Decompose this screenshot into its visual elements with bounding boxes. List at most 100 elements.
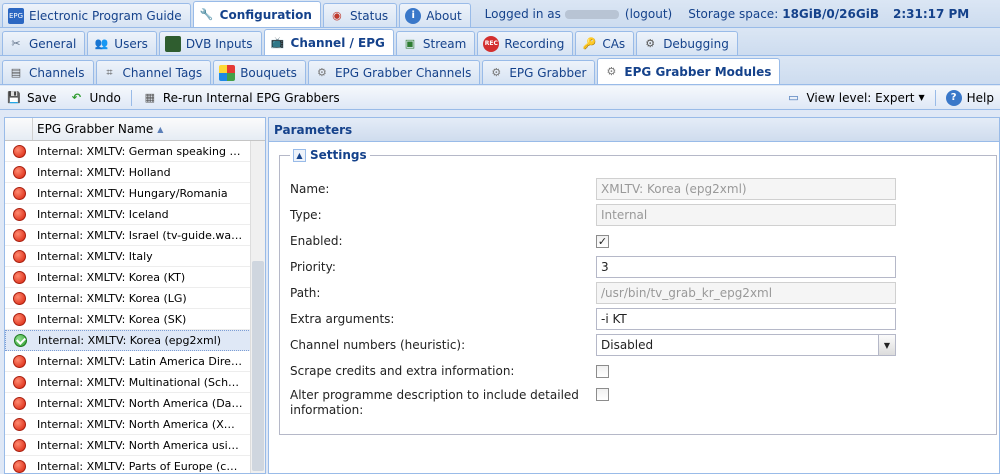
status-cell (5, 354, 33, 368)
channel-numbers-select[interactable]: Disabled ▼ (596, 334, 896, 356)
enabled-status-icon (13, 334, 27, 347)
disabled-status-icon (12, 354, 26, 368)
disabled-status-icon (12, 438, 26, 452)
tab-epg-grabber-channels[interactable]: ⚙ EPG Grabber Channels (307, 60, 481, 84)
grid-header: EPG Grabber Name ▲ (5, 118, 265, 141)
info-icon: i (405, 7, 422, 24)
table-row[interactable]: Internal: XMLTV: North America using www (5, 435, 265, 456)
status-cell (5, 270, 33, 284)
undo-button[interactable]: ↶ Undo (62, 87, 126, 109)
priority-field[interactable]: 3 (596, 256, 896, 278)
key-icon: 🔑 (582, 37, 597, 50)
grabber-name: Internal: XMLTV: Latin America Direct TV (37, 354, 243, 368)
disabled-status-icon (12, 186, 26, 200)
grabber-name: Internal: XMLTV: Korea (LG) (37, 291, 187, 305)
wrench-icon: 🔧 (199, 8, 214, 21)
status-cell (5, 438, 33, 452)
grabbers-icon: ▦ (144, 91, 156, 104)
view-level-button[interactable]: ▭ View level: Expert ▼ (779, 87, 930, 109)
tools-icon: ✂ (11, 37, 21, 50)
status-cell (5, 165, 33, 179)
tab-stream[interactable]: ▣ Stream (395, 31, 476, 55)
tab-users[interactable]: 👥 Users (87, 31, 157, 55)
table-row[interactable]: Internal: XMLTV: North America (XMLTV) (5, 414, 265, 435)
table-row[interactable]: Internal: XMLTV: Iceland (5, 204, 265, 225)
tab-configuration[interactable]: 🔧 Configuration (192, 1, 321, 27)
table-row[interactable]: Internal: XMLTV: Israel (tv-guide.walla.… (5, 225, 265, 246)
scrollbar-thumb[interactable] (252, 261, 264, 471)
settings-legend[interactable]: ▲ Settings (290, 148, 370, 162)
epg-icon: EPG (8, 7, 24, 24)
alter-description-checkbox[interactable] (596, 388, 609, 401)
rerun-grabbers-button[interactable]: ▦ Re-run Internal EPG Grabbers (136, 87, 346, 109)
save-icon: 💾 (7, 91, 21, 104)
tab-general[interactable]: ✂ General (2, 31, 86, 55)
settings-fieldset: ▲ Settings Name: XMLTV: Korea (epg2xml) T… (279, 148, 997, 435)
disabled-status-icon (12, 291, 26, 305)
tab-dvb-inputs[interactable]: DVB Inputs (158, 31, 262, 55)
table-row[interactable]: Internal: XMLTV: Latin America Direct TV (5, 351, 265, 372)
save-button[interactable]: 💾 Save (0, 87, 62, 109)
status-cell (5, 144, 33, 158)
channels-icon: ▤ (10, 66, 22, 79)
table-row[interactable]: Internal: XMLTV: German speaking area (T… (5, 141, 265, 162)
table-row[interactable]: Internal: XMLTV: Parts of Europe (commer… (5, 456, 265, 473)
disabled-status-icon (12, 228, 26, 242)
grabber-name: Internal: XMLTV: Parts of Europe (commer… (37, 459, 243, 473)
field-type: Type: Internal (290, 204, 990, 226)
stream-icon: ▣ (404, 37, 416, 50)
tab-channel-tags[interactable]: ⌗ Channel Tags (95, 60, 212, 84)
tab-cas[interactable]: 🔑 CAs (575, 31, 635, 55)
table-row[interactable]: Internal: XMLTV: Korea (LG) (5, 288, 265, 309)
disabled-status-icon (12, 417, 26, 431)
field-alter-description: Alter programme description to include d… (290, 388, 990, 418)
table-row[interactable]: Internal: XMLTV: Hungary/Romania (5, 183, 265, 204)
tab-channel-epg[interactable]: 📺 Channel / EPG (263, 29, 394, 55)
status-column-header (5, 118, 33, 140)
grabber-name: Internal: XMLTV: North America using www (37, 438, 243, 452)
path-field: /usr/bin/tv_grab_kr_epg2xml (596, 282, 896, 304)
tab-epg[interactable]: EPG Electronic Program Guide (2, 3, 191, 27)
extra-arguments-field[interactable]: -i KT (596, 308, 896, 330)
clock: 2:31:17 PM (892, 7, 970, 21)
grid-scrollbar[interactable] (250, 141, 265, 473)
table-row[interactable]: Internal: XMLTV: Holland (5, 162, 265, 183)
scrape-credits-checkbox[interactable] (596, 364, 609, 378)
chevron-down-icon[interactable]: ▼ (878, 335, 895, 355)
help-button[interactable]: ? Help (940, 87, 1000, 109)
tab-bouquets[interactable]: Bouquets (213, 60, 306, 84)
epg-tabstrip: ▤ Channels ⌗ Channel Tags Bouquets ⚙ EPG Gr… (0, 56, 1000, 85)
view-icon: ▭ (788, 91, 799, 104)
tab-epg-grabber[interactable]: ⚙ EPG Grabber (482, 60, 596, 84)
disabled-status-icon (12, 375, 26, 389)
undo-icon: ↶ (71, 91, 82, 104)
table-row[interactable]: Internal: XMLTV: Italy (5, 246, 265, 267)
grabber-name: Internal: XMLTV: German speaking area (T… (37, 144, 243, 158)
tab-channels[interactable]: ▤ Channels (2, 60, 94, 84)
disabled-status-icon (12, 207, 26, 221)
top-tabstrip: EPG Electronic Program Guide 🔧 Configurati… (0, 0, 1000, 28)
users-icon: 👥 (94, 37, 109, 50)
config-tabstrip: ✂ General 👥 Users DVB Inputs 📺 Channel / EP… (0, 28, 1000, 56)
disabled-status-icon (12, 270, 26, 284)
table-row[interactable]: Internal: XMLTV: Korea (KT) (5, 267, 265, 288)
tab-epg-grabber-modules[interactable]: ⚙ EPG Grabber Modules (597, 58, 781, 84)
grabber-modules-icon: ⚙ (606, 65, 617, 78)
status-cell (5, 291, 33, 305)
logout-link[interactable]: (logout) (625, 7, 672, 21)
grabber-name: Internal: XMLTV: Korea (KT) (37, 270, 186, 284)
grabber-icon: ⚙ (491, 66, 502, 79)
tab-debugging[interactable]: ⚙ Debugging (636, 31, 738, 55)
status-cell (5, 459, 33, 473)
table-row[interactable]: Internal: XMLTV: Korea (epg2xml) (5, 330, 265, 351)
collapse-icon[interactable]: ▲ (293, 148, 306, 162)
tab-about[interactable]: i About (399, 3, 471, 27)
tab-status[interactable]: ◉ Status (322, 3, 398, 27)
name-column-header[interactable]: EPG Grabber Name ▲ (33, 118, 265, 140)
table-row[interactable]: Internal: XMLTV: Korea (SK) (5, 309, 265, 330)
table-row[interactable]: Internal: XMLTV: North America (Data Dir… (5, 393, 265, 414)
table-row[interactable]: Internal: XMLTV: Multinational (Schedule… (5, 372, 265, 393)
enabled-checkbox[interactable]: ✓ (596, 234, 609, 248)
tab-recording[interactable]: REC Recording (477, 31, 574, 55)
grabber-name: Internal: XMLTV: Holland (37, 165, 171, 179)
